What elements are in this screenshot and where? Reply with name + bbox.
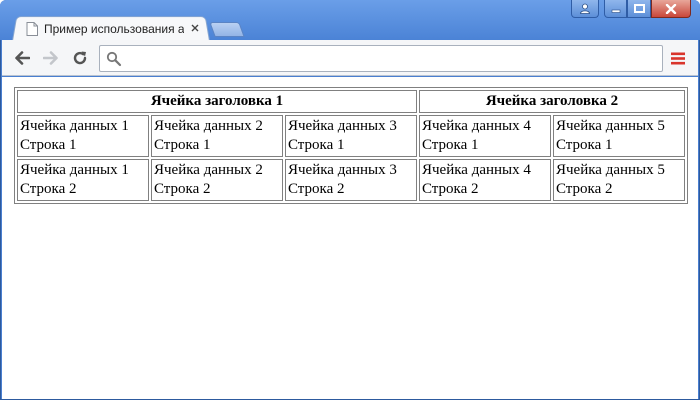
minimize-icon [611,9,620,13]
new-tab-button[interactable] [209,22,245,37]
table-cell: Ячейка данных 2 Строка 1 [151,115,283,157]
cell-row-label: Строка 1 [154,137,211,153]
maximize-icon [633,4,645,13]
close-window-button[interactable] [651,0,691,18]
address-bar[interactable] [99,45,663,72]
table-cell: Ячейка данных 1 Строка 1 [17,115,149,157]
table-header-cell: Ячейка заголовка 1 [17,90,417,113]
address-input[interactable] [126,49,656,68]
table-header-row: Ячейка заголовка 1 Ячейка заголовка 2 [17,90,685,113]
table-cell: Ячейка данных 2 Строка 2 [151,159,283,201]
data-table: Ячейка заголовка 1 Ячейка заголовка 2 Яч… [14,87,688,204]
table-row: Ячейка данных 1 Строка 1 Ячейка данных 2… [17,115,685,157]
page-viewport: Ячейка заголовка 1 Ячейка заголовка 2 Яч… [2,77,698,399]
cell-row-label: Строка 2 [154,181,211,197]
person-icon [580,3,590,14]
table-header-cell: Ячейка заголовка 2 [419,90,685,113]
cell-row-label: Строка 2 [20,181,77,197]
search-icon [106,51,122,67]
cell-title: Ячейка данных 1 [20,118,129,134]
table-cell: Ячейка данных 5 Строка 1 [553,115,685,157]
cell-row-label: Строка 2 [422,181,479,197]
back-button[interactable] [12,48,32,68]
cell-title: Ячейка данных 4 [422,118,531,134]
close-icon [191,24,199,32]
table-cell: Ячейка данных 4 Строка 2 [419,159,551,201]
cell-title: Ячейка данных 2 [154,162,263,178]
cell-title: Ячейка данных 1 [20,162,129,178]
tab-close-button[interactable] [188,21,202,35]
cell-row-label: Строка 2 [288,181,345,197]
cell-title: Ячейка данных 2 [154,118,263,134]
table-cell: Ячейка данных 5 Строка 2 [553,159,685,201]
cell-row-label: Строка 1 [422,137,479,153]
cell-row-label: Строка 1 [20,137,77,153]
table-row: Ячейка данных 1 Строка 2 Ячейка данных 2… [17,159,685,201]
close-icon [665,3,677,14]
table-cell: Ячейка данных 3 Строка 2 [285,159,417,201]
table-cell: Ячейка данных 3 Строка 1 [285,115,417,157]
cell-title: Ячейка данных 3 [288,162,397,178]
cell-title: Ячейка данных 5 [556,162,665,178]
arrow-right-icon [43,51,58,65]
hamburger-menu-icon [671,52,685,64]
cell-title: Ячейка данных 3 [288,118,397,134]
cell-row-label: Строка 1 [556,137,613,153]
cell-row-label: Строка 2 [556,181,613,197]
menu-button[interactable] [669,49,687,67]
cell-title: Ячейка данных 4 [422,162,531,178]
table-cell: Ячейка данных 1 Строка 2 [17,159,149,201]
document-icon [26,22,38,36]
maximize-button[interactable] [627,0,651,18]
forward-button[interactable] [41,48,61,68]
cell-title: Ячейка данных 5 [556,118,665,134]
table-cell: Ячейка данных 4 Строка 1 [419,115,551,157]
tab-title: Пример использования атрибута colspan [44,22,184,36]
reload-button[interactable] [70,48,90,68]
arrow-left-icon [15,51,30,65]
cell-row-label: Строка 1 [288,137,345,153]
profile-button[interactable] [571,0,599,18]
tab-content: Пример использования атрибута colspan [26,19,206,39]
reload-icon [73,51,87,65]
minimize-button[interactable] [604,0,627,18]
